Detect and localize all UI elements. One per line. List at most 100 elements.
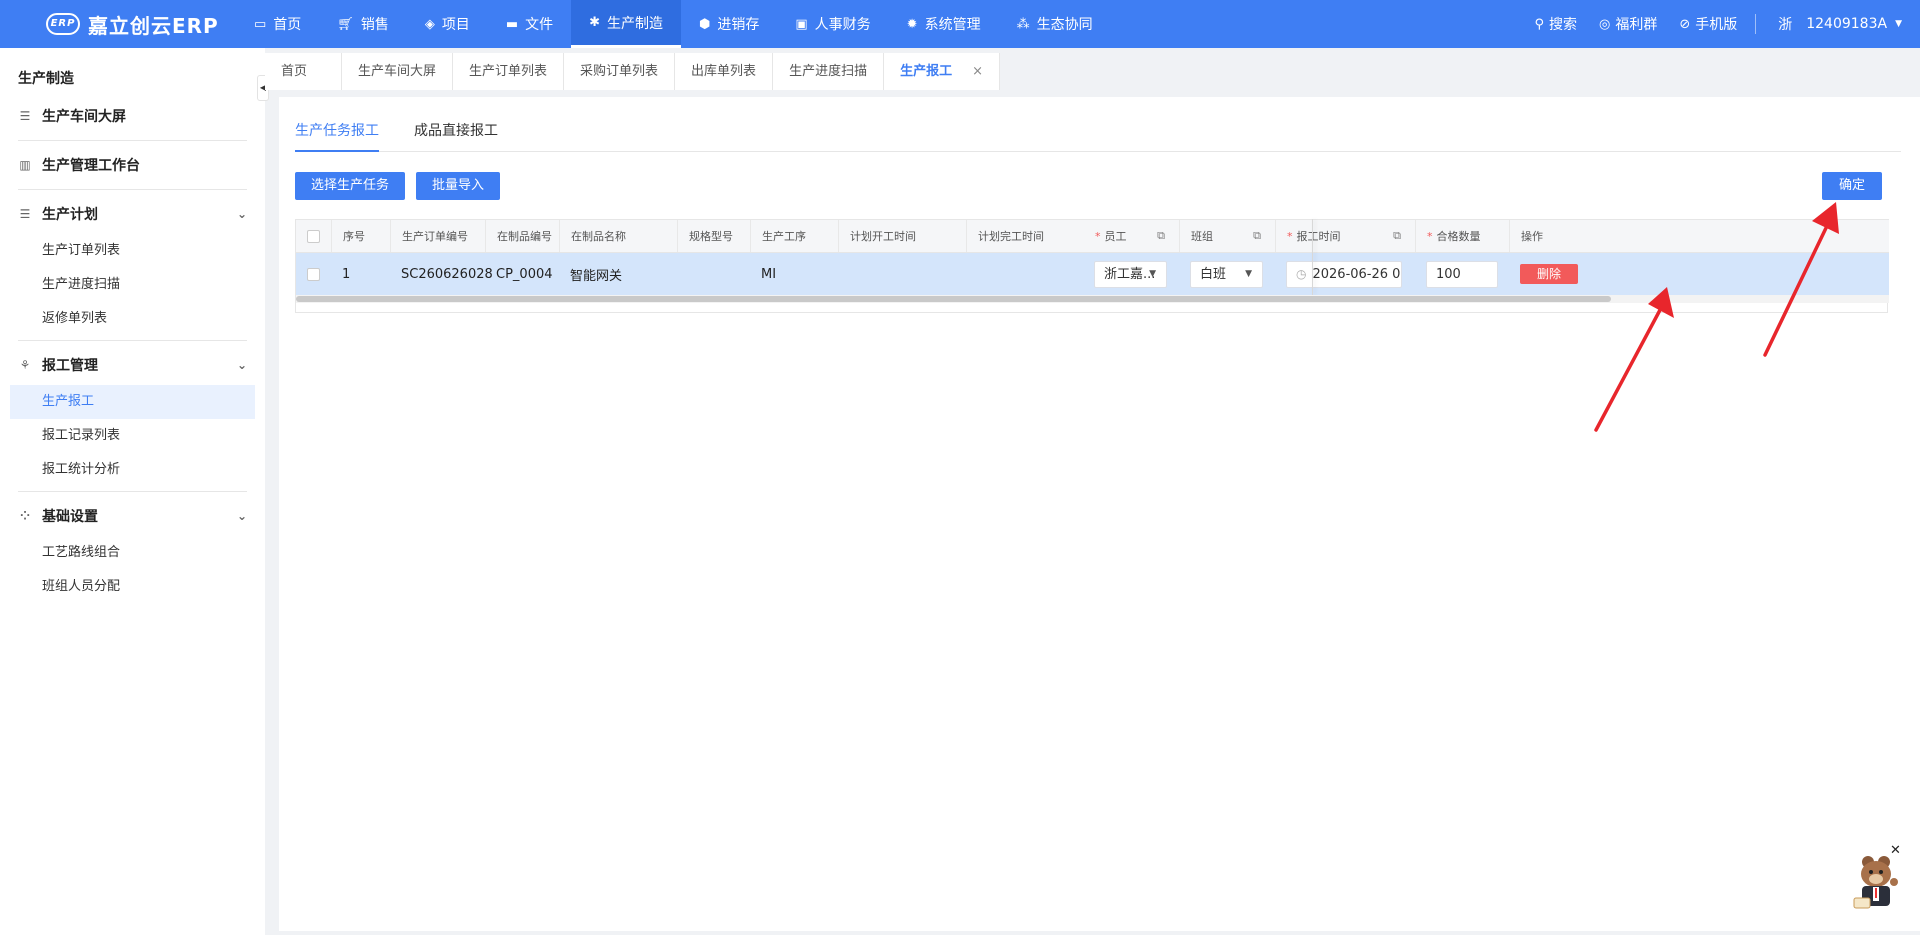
- nav-system[interactable]: ✹ 系统管理: [889, 0, 999, 48]
- sidebar-group-label: 基础设置: [42, 509, 98, 525]
- nav-inventory[interactable]: ⬢ 进销存: [681, 0, 777, 48]
- region-label: 浙: [1778, 17, 1793, 33]
- copy-icon[interactable]: ⧉: [1157, 229, 1165, 243]
- report-time-value: 2026-06-26 00:00: [1312, 267, 1401, 282]
- settings-icon: ✹: [906, 16, 918, 32]
- team-value: 白班: [1200, 267, 1227, 282]
- copy-icon[interactable]: ⧉: [1253, 229, 1261, 243]
- sidebar-item-team-assign[interactable]: 班组人员分配: [0, 570, 265, 604]
- confirm-button[interactable]: 确定: [1822, 172, 1882, 200]
- page-tabs: 首页 生产车间大屏 生产订单列表 采购订单列表 出库单列表 生产进度扫描 生产报…: [265, 48, 1920, 90]
- divider: [18, 491, 247, 492]
- col-spec: 规格型号: [677, 220, 750, 252]
- main-panel: 生产任务报工 成品直接报工 选择生产任务 批量导入 确定 序号 生产订单编号 在…: [279, 97, 1920, 931]
- col-report-time: * 报工时间 ⧉: [1275, 220, 1415, 252]
- header-label: 员工: [1104, 230, 1127, 243]
- select-task-button[interactable]: 选择生产任务: [295, 172, 405, 200]
- welfare-label: 福利群: [1615, 17, 1658, 33]
- nav-label: 首页: [273, 17, 302, 33]
- sidebar-item-report-stats[interactable]: 报工统计分析: [0, 453, 265, 487]
- clock-icon: ◷: [1296, 267, 1307, 281]
- nav-label: 生态协同: [1036, 17, 1093, 33]
- col-wip-code: 在制品编号: [485, 220, 559, 252]
- header-label: 报工时间: [1296, 230, 1341, 243]
- sidebar-item-production-report[interactable]: 生产报工: [10, 385, 255, 419]
- col-employee: * 员工 ⧉: [1084, 220, 1179, 252]
- checkbox[interactable]: [307, 267, 320, 281]
- sidebar-item-order-list[interactable]: 生产订单列表: [0, 234, 265, 268]
- header-label: 合格数量: [1436, 230, 1481, 243]
- chat-icon: ◎: [1598, 16, 1611, 32]
- copy-icon[interactable]: ⧉: [1393, 229, 1401, 243]
- divider: [18, 140, 247, 141]
- mobile-button[interactable]: ⊘ 手机版: [1679, 14, 1737, 34]
- sidebar-item-workshop-screen[interactable]: ☰ 生产车间大屏: [0, 96, 265, 136]
- cell-seq: 1: [342, 266, 351, 282]
- tab-workshop-screen[interactable]: 生产车间大屏: [342, 53, 454, 90]
- tab-outbound-list[interactable]: 出库单列表: [675, 53, 774, 90]
- col-team: 班组 ⧉: [1179, 220, 1275, 252]
- folder-icon: ▬: [505, 16, 519, 32]
- select-all-checkbox[interactable]: [296, 220, 331, 252]
- sidebar-item-repair-list[interactable]: 返修单列表: [0, 302, 265, 336]
- qualified-qty-input[interactable]: 100: [1426, 261, 1498, 288]
- col-plan-start: 计划开工时间: [838, 220, 966, 252]
- nav-home[interactable]: ▭ 首页: [236, 0, 319, 48]
- nav-hr-finance[interactable]: ▣ 人事财务: [777, 0, 888, 48]
- mobile-label: 手机版: [1695, 17, 1738, 33]
- col-wip-name: 在制品名称: [559, 220, 677, 252]
- sidebar-item-label: 生产管理工作台: [42, 158, 140, 174]
- cluster-icon: ⁂: [1016, 16, 1030, 32]
- main-nav: ▭ 首页 🛒︎ 销售 ◈ 项目 ▬ 文件 ✱ 生产制造 ⬢ 进销存 ▣ 人事财务 ✹ 系统管理 …: [236, 0, 1111, 48]
- sidebar-item-progress-scan[interactable]: 生产进度扫描: [0, 268, 265, 302]
- batch-import-button[interactable]: 批量导入: [416, 172, 500, 200]
- nav-files[interactable]: ▬ 文件: [488, 0, 571, 48]
- cart-icon: 🛒︎: [337, 16, 354, 32]
- close-icon[interactable]: ×: [972, 64, 983, 79]
- nav-production[interactable]: ✱ 生产制造: [571, 0, 682, 48]
- nav-ecosystem[interactable]: ⁂ 生态协同: [999, 0, 1111, 48]
- search-label: 搜索: [1548, 17, 1577, 33]
- tab-purchase-list[interactable]: 采购订单列表: [564, 53, 676, 90]
- subtab-task-report[interactable]: 生产任务报工: [295, 97, 379, 152]
- employee-select[interactable]: 浙工嘉... ▼: [1094, 261, 1167, 288]
- divider: [18, 340, 247, 341]
- checkbox[interactable]: [307, 229, 320, 243]
- col-plan-end: 计划完工时间: [966, 220, 1084, 252]
- nav-label: 人事财务: [814, 17, 871, 33]
- fixed-column-divider: [1312, 219, 1313, 295]
- cell-order-no-link[interactable]: SC260626028: [390, 253, 493, 295]
- delete-button[interactable]: 删除: [1520, 264, 1578, 284]
- welfare-group-button[interactable]: ◎ 福利群: [1599, 14, 1657, 34]
- sidebar-group-basic[interactable]: ⁘ 基础设置 ⌄: [0, 496, 265, 536]
- cell-wip-name: 智能网关: [570, 268, 623, 284]
- search-button[interactable]: ⚲ 搜索: [1534, 14, 1577, 34]
- assistant-mascot[interactable]: [1850, 852, 1900, 914]
- scrollbar-thumb[interactable]: [296, 296, 1611, 302]
- sidebar-item-route-combo[interactable]: 工艺路线组合: [0, 536, 265, 570]
- sidebar-item-report-records[interactable]: 报工记录列表: [0, 419, 265, 453]
- nav-project[interactable]: ◈ 项目: [407, 0, 488, 48]
- team-select[interactable]: 白班 ▼: [1190, 261, 1263, 288]
- hierarchy-icon: ⚘: [19, 358, 31, 372]
- sidebar-item-workbench[interactable]: ▥ 生产管理工作台: [0, 145, 265, 185]
- account-menu[interactable]: 浙 12409183A ▼: [1778, 14, 1902, 34]
- tab-order-list[interactable]: 生产订单列表: [453, 53, 565, 90]
- col-order-no: 生产订单编号: [390, 220, 485, 252]
- table-row[interactable]: 1 SC260626028 CP_0004 智能网关 MI 浙工嘉... ▼ 白班…: [296, 253, 1889, 295]
- row-checkbox-cell[interactable]: [296, 253, 331, 295]
- app-logo[interactable]: ERP 嘉立创云ERP: [0, 0, 236, 48]
- finance-icon: ▣: [795, 16, 808, 32]
- nav-sales[interactable]: 🛒︎ 销售: [319, 0, 407, 48]
- sidebar-group-report[interactable]: ⚘ 报工管理 ⌄: [0, 345, 265, 385]
- tab-home[interactable]: 首页: [265, 53, 342, 90]
- gear-icon: ✱: [589, 15, 601, 30]
- report-time-picker[interactable]: ◷ 2026-06-26 00:00: [1286, 261, 1402, 288]
- sidebar-group-plan[interactable]: ☰ 生产计划 ⌄: [0, 194, 265, 234]
- tab-production-report[interactable]: 生产报工 ×: [884, 53, 1000, 90]
- horizontal-scrollbar[interactable]: [296, 295, 1889, 303]
- table-header: 序号 生产订单编号 在制品编号 在制品名称 规格型号 生产工序 计划开工时间 计…: [296, 219, 1889, 253]
- cloud-logo-icon: ERP: [46, 13, 80, 35]
- tab-progress-scan[interactable]: 生产进度扫描: [773, 53, 885, 90]
- subtab-product-report[interactable]: 成品直接报工: [414, 97, 498, 152]
